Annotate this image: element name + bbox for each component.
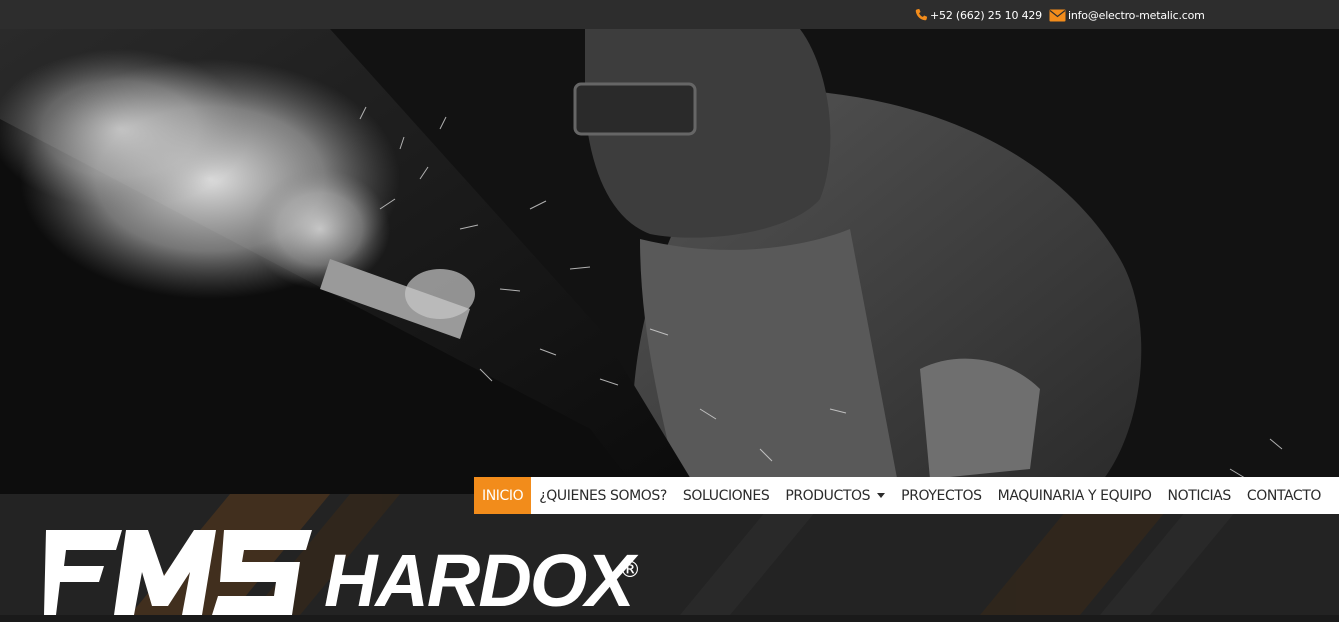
hardox-logo[interactable]: HARDOX: [324, 544, 635, 618]
nav-item-productos[interactable]: PRODUCTOS: [777, 477, 893, 514]
ems-logo[interactable]: [44, 526, 314, 615]
nav-item-maquinaria-y-equipo[interactable]: MAQUINARIA Y EQUIPO: [990, 477, 1160, 514]
top-bar: +52 (662) 25 10 429 info@electro-metalic…: [0, 0, 1339, 29]
email-address: info@electro-metalic.com: [1068, 8, 1205, 22]
email-contact[interactable]: info@electro-metalic.com: [1049, 7, 1205, 23]
registered-mark: ®: [619, 558, 641, 583]
brand-logos: HARDOX ®: [44, 526, 644, 618]
phone-icon: [915, 8, 928, 21]
hero-image-welder: [0, 29, 1339, 494]
nav-item-contacto[interactable]: CONTACTO: [1239, 477, 1329, 514]
phone-number: +52 (662) 25 10 429: [930, 8, 1042, 22]
nav-item-inicio[interactable]: INICIO: [474, 477, 532, 514]
nav-item-noticias[interactable]: NOTICIAS: [1160, 477, 1239, 514]
envelope-icon: [1049, 9, 1066, 21]
caret-down-icon: [877, 493, 886, 498]
nav-item-proyectos[interactable]: PROYECTOS: [893, 477, 989, 514]
main-navigation: INICIO ¿QUIENES SOMOS? SOLUCIONES PRODUC…: [474, 477, 1339, 514]
welder-photo-illustration: [0, 29, 1339, 494]
nav-item-soluciones[interactable]: SOLUCIONES: [675, 477, 777, 514]
phone-contact[interactable]: +52 (662) 25 10 429: [914, 7, 1042, 23]
nav-item-quienes-somos[interactable]: ¿QUIENES SOMOS?: [531, 477, 675, 514]
